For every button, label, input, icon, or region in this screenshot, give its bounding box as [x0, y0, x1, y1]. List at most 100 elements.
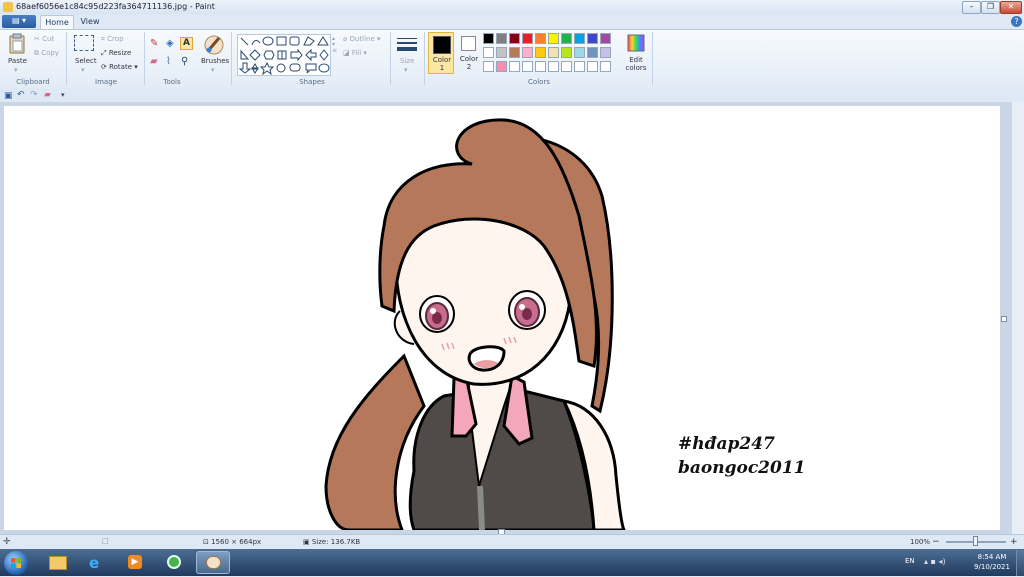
- group-divider: [66, 32, 67, 85]
- image-size-icon: ⊡: [203, 538, 212, 546]
- tray-icons[interactable]: ▴ ▪ ◂): [924, 557, 946, 566]
- palette-swatch[interactable]: [600, 61, 611, 72]
- color1-selector[interactable]: Color 1: [428, 32, 454, 74]
- customize-qat-icon[interactable]: ▾: [61, 91, 65, 99]
- palette-swatch[interactable]: [600, 33, 611, 44]
- minimize-button[interactable]: –: [962, 1, 981, 14]
- taskbar-paint[interactable]: [196, 551, 230, 574]
- size-dropdown-icon[interactable]: ▾: [404, 66, 408, 74]
- palette-swatch[interactable]: [548, 47, 559, 58]
- shapes-gallery[interactable]: [237, 34, 331, 76]
- select-button[interactable]: [74, 35, 94, 51]
- help-icon[interactable]: ?: [1011, 16, 1022, 27]
- palette-swatch[interactable]: [535, 47, 546, 58]
- paste-dropdown-icon[interactable]: ▾: [14, 66, 18, 74]
- select-dropdown-icon[interactable]: ▾: [81, 66, 85, 74]
- show-desktop-button[interactable]: [1016, 550, 1024, 576]
- palette-swatch[interactable]: [600, 47, 611, 58]
- zoom-in-button[interactable]: +: [1010, 537, 1018, 547]
- cut-button[interactable]: ✂ Cut: [34, 35, 54, 43]
- shapes-gallery-icons: [238, 36, 330, 76]
- close-button[interactable]: ✕: [1000, 1, 1022, 14]
- palette-swatch[interactable]: [561, 61, 572, 72]
- palette-swatch[interactable]: [483, 33, 494, 44]
- resize-button[interactable]: ⤢ Resize: [101, 49, 131, 58]
- palette-swatch[interactable]: [522, 61, 533, 72]
- redo-icon[interactable]: ↷: [30, 90, 38, 100]
- resize-icon: ⤢: [101, 49, 109, 57]
- palette-swatch[interactable]: [535, 61, 546, 72]
- palette-swatch[interactable]: [496, 47, 507, 58]
- palette-swatch[interactable]: [496, 61, 507, 72]
- taskbar-media-player[interactable]: ▶: [118, 551, 152, 574]
- group-divider: [424, 32, 425, 85]
- file-menu-button[interactable]: ▤ ▾: [2, 15, 36, 28]
- undo-icon[interactable]: ↶: [17, 90, 25, 100]
- clock-date[interactable]: 9/10/2021: [972, 563, 1012, 571]
- drawing-canvas[interactable]: #hđap247 baongoc2011: [4, 106, 1000, 530]
- pencil-icon[interactable]: ✎: [150, 38, 162, 50]
- copy-button[interactable]: ⧉ Copy: [34, 49, 59, 58]
- fill-bucket-icon[interactable]: ◈: [166, 38, 178, 50]
- taskbar-explorer[interactable]: [40, 551, 74, 574]
- fill-button[interactable]: ◪ Fill ▾: [343, 49, 367, 57]
- palette-swatch[interactable]: [509, 47, 520, 58]
- magnifier-icon[interactable]: ⚲: [181, 56, 193, 68]
- zoom-out-button[interactable]: −: [932, 537, 940, 547]
- taskbar-browser[interactable]: [158, 551, 192, 574]
- color2-selector[interactable]: Color 2: [456, 32, 482, 74]
- quick-eraser-icon[interactable]: ▰: [44, 90, 51, 100]
- palette-swatch[interactable]: [522, 47, 533, 58]
- palette-swatch[interactable]: [522, 33, 533, 44]
- palette-swatch[interactable]: [561, 47, 572, 58]
- brushes-button[interactable]: [203, 33, 225, 55]
- color-picker-icon[interactable]: ⌇: [166, 56, 178, 68]
- vertical-scrollbar[interactable]: [1012, 102, 1024, 534]
- palette-swatch[interactable]: [509, 33, 520, 44]
- brush-icon: [204, 35, 224, 55]
- rotate-button[interactable]: ⟳ Rotate ▾: [101, 63, 138, 71]
- palette-swatch[interactable]: [574, 47, 585, 58]
- palette-swatch[interactable]: [483, 61, 494, 72]
- size-button[interactable]: [396, 36, 418, 52]
- paint-app-icon[interactable]: [3, 2, 13, 12]
- edit-colors-button[interactable]: [626, 33, 646, 53]
- palette-swatch[interactable]: [483, 47, 494, 58]
- select-label: Select: [75, 57, 97, 65]
- group-divider: [231, 32, 232, 85]
- taskbar-internet-explorer[interactable]: e: [80, 551, 114, 574]
- palette-swatch[interactable]: [535, 33, 546, 44]
- maximize-button[interactable]: ❐: [981, 1, 1000, 14]
- text-tool-icon[interactable]: A: [180, 37, 193, 50]
- palette-swatch[interactable]: [574, 33, 585, 44]
- shapes-scroll-arrows[interactable]: ▴ ▾ ≡: [332, 36, 337, 54]
- paste-button[interactable]: [7, 33, 27, 55]
- palette-swatch[interactable]: [574, 61, 585, 72]
- zoom-slider-thumb[interactable]: [973, 536, 978, 546]
- palette-swatch[interactable]: [496, 33, 507, 44]
- image-group-label: Image: [95, 78, 117, 86]
- brushes-dropdown-icon[interactable]: ▾: [211, 66, 215, 74]
- outline-button[interactable]: ⌀ Outline ▾: [343, 35, 381, 43]
- clipboard-group-label: Clipboard: [16, 78, 50, 86]
- palette-swatch[interactable]: [587, 33, 598, 44]
- taskbar: [0, 549, 1024, 576]
- group-divider: [390, 32, 391, 85]
- palette-swatch[interactable]: [548, 33, 559, 44]
- palette-swatch[interactable]: [509, 61, 520, 72]
- language-indicator[interactable]: EN: [905, 557, 915, 565]
- paint-palette-icon: [206, 556, 221, 569]
- tab-home[interactable]: Home: [40, 15, 74, 30]
- clock-time[interactable]: 8:54 AM: [972, 553, 1012, 561]
- palette-swatch[interactable]: [548, 61, 559, 72]
- palette-swatch[interactable]: [587, 47, 598, 58]
- tab-view[interactable]: View: [76, 15, 104, 29]
- crop-button[interactable]: ⌗ Crop: [101, 35, 124, 44]
- save-icon[interactable]: ▣: [4, 91, 13, 101]
- canvas-resize-handle[interactable]: [1001, 316, 1007, 322]
- start-button[interactable]: [4, 551, 28, 575]
- eraser-icon[interactable]: ▰: [150, 56, 162, 68]
- palette-swatch[interactable]: [561, 33, 572, 44]
- zoom-level: 100%: [910, 538, 931, 546]
- palette-swatch[interactable]: [587, 61, 598, 72]
